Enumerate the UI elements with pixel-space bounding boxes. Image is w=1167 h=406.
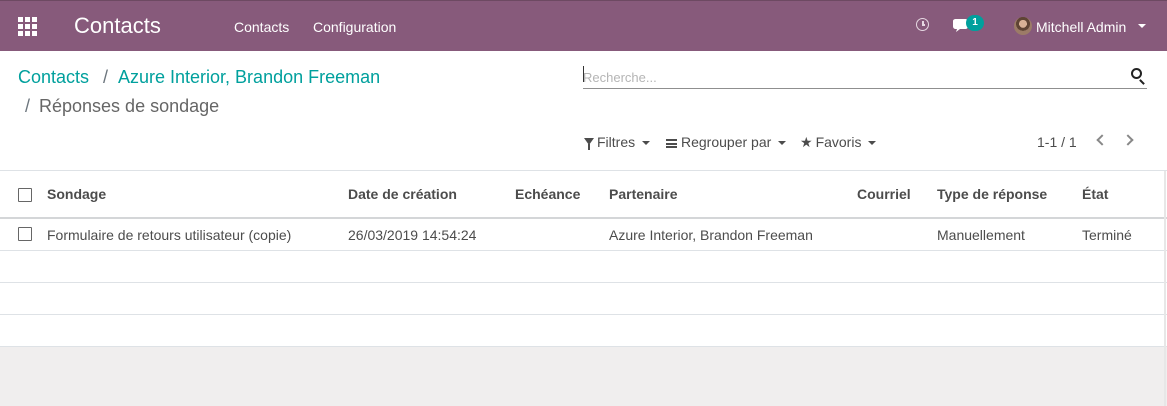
breadcrumb-partner[interactable]: Azure Interior, Brandon Freeman <box>118 66 380 88</box>
list-view: Sondage Date de création Echéance Parten… <box>0 171 1167 347</box>
column-echeance[interactable]: Echéance <box>515 185 580 203</box>
chevron-down-icon <box>868 141 877 146</box>
app-title: Contacts <box>74 13 161 38</box>
cell-type-reponse: Manuellement <box>937 227 1025 243</box>
search-icon[interactable] <box>1131 68 1142 79</box>
table-row[interactable]: Formulaire de retours utilisateur (copie… <box>0 219 1167 250</box>
group-by-label: Regrouper par <box>681 134 772 150</box>
chevron-down-icon <box>778 141 787 146</box>
cell-date-creation: 26/03/2019 14:54:24 <box>348 227 477 243</box>
row-checkbox[interactable] <box>18 227 32 241</box>
star-icon: ★ <box>800 134 813 150</box>
control-panel: Contacts / Azure Interior, Brandon Freem… <box>0 51 1167 171</box>
activity-clock-icon[interactable] <box>916 18 929 31</box>
column-sondage[interactable]: Sondage <box>47 185 106 203</box>
filters-button[interactable]: Filtres <box>584 133 651 151</box>
top-navbar: Contacts Contacts Configuration 1 Mitche… <box>0 0 1167 51</box>
breadcrumb-separator: / <box>25 96 31 116</box>
pager-next-icon[interactable] <box>1122 134 1134 146</box>
select-all-checkbox[interactable] <box>18 188 32 202</box>
cell-sondage: Formulaire de retours utilisateur (copie… <box>47 227 292 243</box>
column-partenaire[interactable]: Partenaire <box>609 185 677 203</box>
menu-contacts[interactable]: Contacts <box>234 18 289 36</box>
user-menu[interactable]: Mitchell Admin <box>1036 18 1126 36</box>
pager-previous-icon[interactable] <box>1096 134 1108 146</box>
chat-count-badge: 1 <box>966 15 984 31</box>
scrollbar-edge <box>1164 171 1166 406</box>
group-by-button[interactable]: Regrouper par <box>666 133 787 151</box>
row-divider <box>0 282 1167 283</box>
column-etat[interactable]: État <box>1082 185 1108 203</box>
column-type-reponse[interactable]: Type de réponse <box>937 185 1047 203</box>
cell-etat: Terminé <box>1082 227 1132 243</box>
row-divider <box>0 250 1167 251</box>
column-date-creation[interactable]: Date de création <box>348 185 457 203</box>
favorites-label: Favoris <box>815 134 862 150</box>
breadcrumb-current: Réponses de sondage <box>39 96 220 116</box>
filters-label: Filtres <box>597 134 636 150</box>
column-courriel[interactable]: Courriel <box>857 185 911 203</box>
breadcrumb-contacts[interactable]: Contacts <box>18 66 89 88</box>
chevron-down-icon <box>642 141 651 146</box>
filter-icon <box>584 138 594 150</box>
favorites-button[interactable]: ★ Favoris <box>800 133 877 151</box>
bars-icon <box>666 138 677 148</box>
search-input[interactable] <box>583 66 1147 89</box>
menu-configuration[interactable]: Configuration <box>313 18 396 36</box>
row-divider <box>0 314 1167 315</box>
breadcrumb-separator: / <box>103 67 109 87</box>
cell-partenaire: Azure Interior, Brandon Freeman <box>609 227 813 243</box>
user-caret-icon[interactable] <box>1138 24 1146 28</box>
user-avatar[interactable] <box>1014 17 1032 35</box>
apps-grid-icon[interactable] <box>18 17 37 36</box>
pager-value[interactable]: 1-1 / 1 <box>1037 133 1077 151</box>
search-cursor <box>583 66 584 82</box>
